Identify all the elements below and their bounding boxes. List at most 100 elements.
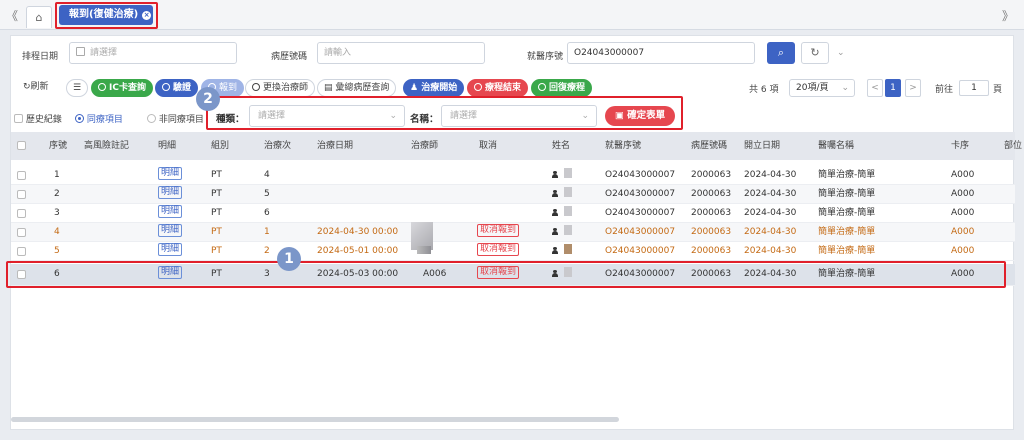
change-therapist-button[interactable]: 更換治療師: [245, 79, 316, 97]
cancel-checkin-button[interactable]: 取消報到: [477, 266, 520, 279]
close-icon[interactable]: ×: [142, 11, 152, 20]
cell-detail[interactable]: 明細: [158, 183, 183, 202]
cell-group: PT: [211, 208, 222, 218]
user-icon: ♟: [410, 83, 422, 93]
cancel-checkin-button[interactable]: 取消報到: [477, 243, 520, 256]
history-record-checkbox[interactable]: 歷史紀錄: [14, 112, 62, 125]
cell-cancel[interactable]: 取消報到: [477, 221, 520, 240]
col-order-date[interactable]: 開立日期: [744, 132, 780, 160]
cancel-checkin-button[interactable]: 取消報到: [477, 224, 520, 237]
col-name[interactable]: 姓名: [552, 132, 570, 160]
chart-no-input[interactable]: 請輸入: [317, 42, 485, 64]
tabs-next-button[interactable]: 》: [1002, 7, 1014, 24]
current-page[interactable]: 1: [885, 79, 901, 97]
page-size-select[interactable]: 20項/頁 ⌄: [789, 79, 855, 97]
col-high-risk[interactable]: 高風險註記: [84, 132, 129, 160]
history-query-button[interactable]: ▤ 彙總病歷查詢: [317, 79, 397, 97]
user-icon: [552, 190, 558, 197]
reset-button[interactable]: ↻: [801, 42, 829, 64]
user-icon: [552, 247, 558, 254]
col-cancel[interactable]: 取消: [479, 132, 497, 160]
cell-detail[interactable]: 明細: [158, 221, 183, 240]
column-settings-button[interactable]: ☰: [66, 79, 88, 97]
cell-order-date: 2024-04-30: [744, 189, 797, 199]
goto-page-input[interactable]: 1: [959, 80, 989, 96]
row-checkbox[interactable]: [17, 228, 26, 239]
list-settings-icon: ☰: [72, 83, 82, 93]
col-site[interactable]: 部位: [1004, 132, 1022, 160]
name-select[interactable]: 請選擇 ⌄: [441, 105, 597, 127]
col-detail[interactable]: 明細: [158, 132, 176, 160]
cell-chart-no: 2000063: [691, 170, 732, 180]
home-tab[interactable]: ⌂: [26, 6, 52, 28]
horizontal-scrollbar[interactable]: [11, 417, 619, 422]
prev-page-button[interactable]: <: [867, 79, 883, 97]
detail-link[interactable]: 明細: [158, 266, 183, 279]
cell-group: PT: [211, 189, 222, 199]
table-row-selected[interactable]: 6 明細 PT 3 2024-05-03 00:00 A006 取消報到 O24…: [11, 264, 1015, 286]
detail-link[interactable]: 明細: [158, 243, 183, 256]
tab-checkin-rehab[interactable]: 報到(復健治療) ×: [59, 5, 153, 25]
cell-name: [552, 166, 572, 185]
category-label: 種類：: [216, 114, 245, 125]
col-chart-no[interactable]: 病歷號碼: [691, 132, 727, 160]
col-group[interactable]: 組別: [211, 132, 229, 160]
row-checkbox[interactable]: [17, 190, 26, 201]
verify-label: 驗證: [173, 83, 192, 93]
cell-order-name: 簡單治療-簡單: [818, 227, 876, 237]
confirm-form-button[interactable]: ▣ 確定表單: [605, 106, 675, 126]
schedule-date-input[interactable]: 請選擇: [69, 42, 237, 64]
cell-chart-no: 2000063: [691, 246, 732, 256]
row-checkbox[interactable]: [17, 171, 26, 182]
col-order-name[interactable]: 醫囑名稱: [818, 132, 854, 160]
cell-detail[interactable]: 明細: [158, 202, 183, 221]
row-checkbox[interactable]: [17, 247, 26, 258]
course-restore-button[interactable]: 回復療程: [531, 79, 593, 97]
col-date[interactable]: 治療日期: [317, 132, 353, 160]
detail-link[interactable]: 明細: [158, 167, 183, 180]
check-icon: [162, 83, 170, 91]
cell-name: [552, 265, 572, 284]
row-checkbox[interactable]: [17, 270, 26, 281]
detail-link[interactable]: 明細: [158, 186, 183, 199]
diff-course-label: 非同療項目: [158, 115, 204, 125]
cell-visit-no: O24043000007: [605, 227, 676, 237]
cell-seq: 4: [54, 227, 60, 237]
ic-card-query-button[interactable]: IC卡查詢: [91, 79, 153, 97]
search-button[interactable]: ⌕: [767, 42, 795, 64]
form-icon: ▣: [614, 110, 628, 121]
table-row[interactable]: 5 明細 PT 2 2024-05-01 00:00 取消報到 O2404300…: [11, 242, 1015, 261]
verify-button[interactable]: 驗證: [155, 79, 199, 97]
ic-query-label: IC卡查詢: [109, 83, 146, 93]
detail-link[interactable]: 明細: [158, 224, 183, 237]
cell-order-name: 簡單治療-簡單: [818, 246, 876, 256]
detail-link[interactable]: 明細: [158, 205, 183, 218]
cell-cancel[interactable]: 取消報到: [477, 263, 520, 282]
cell-detail[interactable]: 明細: [158, 164, 183, 183]
select-all-checkbox[interactable]: [17, 141, 26, 152]
radio-diff-course[interactable]: 非同療項目: [147, 112, 204, 125]
treatment-start-button[interactable]: ♟ 治療開始: [403, 79, 465, 97]
col-times[interactable]: 治療次: [264, 132, 291, 160]
col-card-seq[interactable]: 卡序: [951, 132, 969, 160]
cell-order-name: 簡單治療-簡單: [818, 189, 876, 199]
col-therapist[interactable]: 治療師: [411, 132, 438, 160]
col-seq[interactable]: 序號: [49, 132, 67, 160]
tab-bar: 《 ⌂ 報到(復健治療) × 》: [0, 0, 1024, 30]
refresh-button[interactable]: ↻刷新: [17, 79, 55, 97]
tabs-prev-button[interactable]: 《: [6, 7, 18, 24]
col-visit-no[interactable]: 就醫序號: [605, 132, 641, 160]
cell-detail[interactable]: 明細: [158, 240, 183, 259]
visit-no-value: O24043000007: [574, 48, 645, 58]
row-checkbox[interactable]: [17, 209, 26, 220]
chevron-down-icon[interactable]: ⌄: [837, 48, 845, 58]
redacted-name: [564, 187, 572, 197]
course-end-button[interactable]: 療程結束: [467, 79, 529, 97]
cell-detail[interactable]: 明細: [158, 263, 183, 282]
next-page-button[interactable]: >: [905, 79, 921, 97]
cell-order-name: 簡單治療-簡單: [818, 170, 876, 180]
category-select[interactable]: 請選擇 ⌄: [249, 105, 405, 127]
cell-cancel[interactable]: 取消報到: [477, 240, 520, 259]
radio-same-course[interactable]: 同療項目: [75, 112, 123, 125]
visit-no-input[interactable]: O24043000007: [567, 42, 755, 64]
